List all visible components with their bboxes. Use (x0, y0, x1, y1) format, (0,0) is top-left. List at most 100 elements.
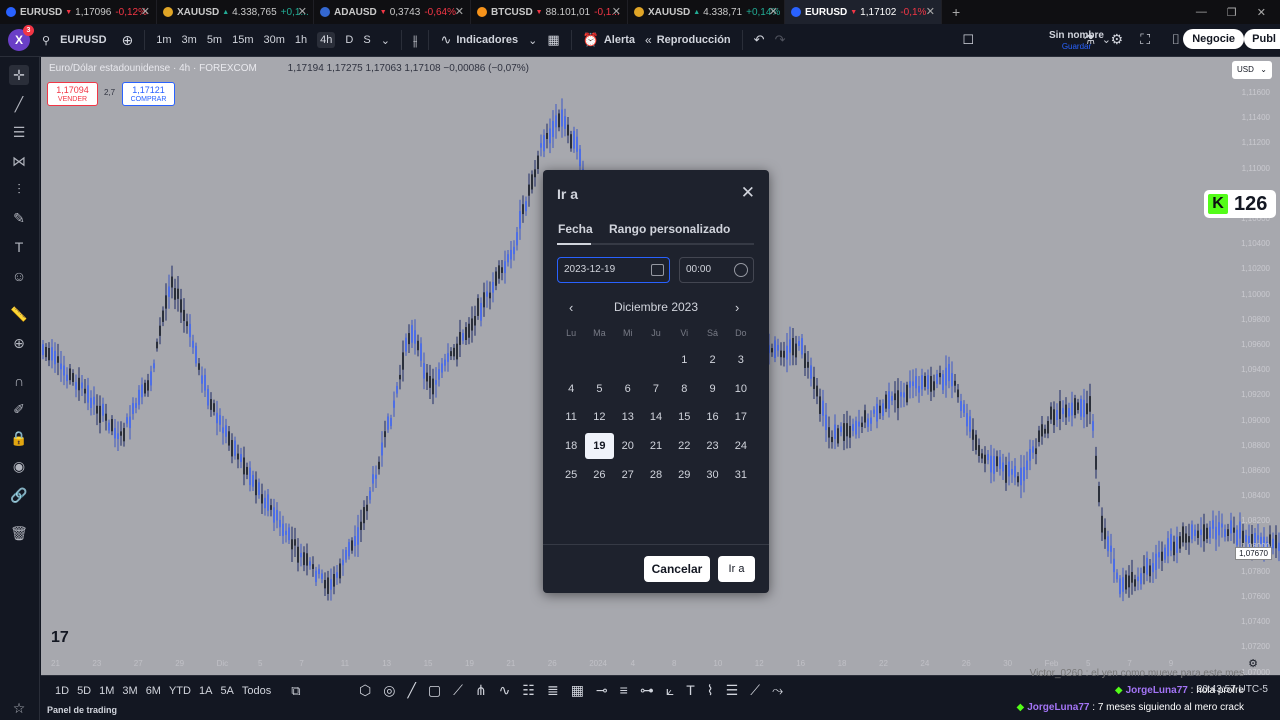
calendar-icon[interactable] (651, 264, 664, 276)
layout-save-link[interactable]: Guardar (1049, 41, 1104, 52)
calendar-day[interactable]: 2 (698, 347, 726, 373)
curve-icon[interactable]: ⤳ (772, 682, 783, 699)
gear-icon[interactable]: ⚙ (1110, 31, 1123, 48)
range-1D[interactable]: 1D (55, 685, 69, 697)
calendar-day[interactable]: 10 (727, 376, 755, 402)
indicators-button[interactable]: Indicadores (456, 34, 518, 46)
emoji-icon[interactable]: ☺ (9, 266, 29, 286)
calendar-day[interactable]: 31 (727, 462, 755, 488)
close-tab-icon[interactable]: ✕ (769, 5, 778, 18)
calendar-day[interactable]: 20 (614, 433, 642, 459)
path-icon[interactable]: ∿ (499, 682, 511, 699)
timeframe-4h[interactable]: 4h (317, 32, 336, 48)
ruler-icon[interactable]: 📏 (9, 304, 29, 324)
brush-icon[interactable]: ✎ (9, 208, 29, 228)
profile-avatar[interactable]: X3 (8, 25, 34, 51)
timeframe-D[interactable]: D (345, 34, 353, 46)
pitchfork-icon[interactable]: ⋔ (475, 682, 487, 699)
object-tree-icon[interactable]: ⚗ (1083, 32, 1095, 48)
browser-tab[interactable]: XAUUSD ▲ 4.338,765 +0,1... ✕ (157, 0, 314, 24)
clock-icon[interactable] (734, 263, 748, 277)
timeframe-1h[interactable]: 1h (295, 34, 307, 46)
browser-tab[interactable]: EURUSD ▼ 1,17096 -0,12% ✕ (0, 0, 157, 24)
range-1A[interactable]: 1A (199, 685, 212, 697)
calendar-day[interactable]: 11 (557, 404, 585, 430)
go-to-button[interactable]: Ir a (718, 556, 755, 582)
replay-button[interactable]: Reproducción (657, 34, 731, 46)
forecast-icon[interactable]: ⫶ (9, 179, 29, 199)
calendar-day[interactable]: 25 (557, 462, 585, 488)
calendar-day[interactable]: 29 (670, 462, 698, 488)
trend-angle-icon[interactable]: ⟀ (666, 682, 674, 699)
minimize-icon[interactable]: — (1196, 6, 1207, 18)
close-tab-icon[interactable]: ✕ (141, 5, 150, 18)
parallel-channel-icon[interactable]: ≡ (620, 682, 628, 699)
tab-custom-range[interactable]: Rango personalizado (609, 222, 730, 236)
camera-icon[interactable]: ⌷ (1172, 31, 1180, 48)
segment-icon[interactable]: ⟋ (750, 682, 760, 699)
indicators-icon[interactable]: ∿ (440, 32, 451, 48)
calendar-day[interactable]: 17 (727, 404, 755, 430)
link-icon[interactable]: 🔗 (9, 485, 29, 505)
calendar-day[interactable]: 19 (585, 433, 614, 460)
timeframe-1m[interactable]: 1m (156, 34, 171, 46)
calendar-day[interactable]: 30 (698, 462, 726, 488)
symbol-search[interactable]: EURUSD (60, 34, 106, 46)
calendar-day[interactable]: 3 (727, 347, 755, 373)
timeframe-5m[interactable]: 5m (207, 34, 222, 46)
cancel-button[interactable]: Cancelar (644, 556, 710, 582)
range-6M[interactable]: 6M (146, 685, 161, 697)
pattern-icon[interactable]: ⋈ (9, 151, 29, 171)
zoom-in-icon[interactable]: ⊕ (9, 333, 29, 353)
trend-line-icon[interactable]: ╱ (9, 94, 29, 114)
close-tab-icon[interactable]: ✕ (612, 5, 621, 18)
browser-tab[interactable]: EURUSD ▼ 1,17102 -0,1% ✕ (785, 0, 942, 24)
calendar-day[interactable]: 18 (557, 433, 585, 459)
calendar-day[interactable]: 24 (727, 433, 755, 459)
chart-type-icon[interactable]: ⫲ (413, 32, 418, 49)
chevron-left-icon[interactable]: ‹ (569, 300, 573, 315)
star-icon[interactable]: ☆ (9, 698, 29, 718)
settings-gear-icon[interactable]: ⚙ (1248, 657, 1258, 670)
pencil-lock-icon[interactable]: ✐ (9, 399, 29, 419)
calendar-day[interactable]: 9 (698, 376, 726, 402)
tradingview-logo[interactable]: 17 (51, 629, 69, 647)
calendar-day[interactable]: 27 (614, 462, 642, 488)
lock-icon[interactable]: 🔒 (9, 428, 29, 448)
date-field[interactable]: 2023-12-19 (557, 257, 670, 283)
fullscreen-icon[interactable]: ⛶ (1140, 31, 1150, 48)
calendar-day[interactable]: 7 (642, 376, 670, 402)
line-icon[interactable]: ╱ (407, 682, 415, 699)
horizontal-line-icon[interactable]: ⊸ (596, 682, 608, 699)
replay-icon[interactable]: « (645, 33, 652, 47)
calendar-day[interactable]: 4 (557, 376, 585, 402)
range-1M[interactable]: 1M (99, 685, 114, 697)
browser-tab[interactable]: ADAUSD ▼ 0,3743 -0,64% ✕ (314, 0, 471, 24)
eye-icon[interactable]: ◉ (9, 456, 29, 476)
close-window-icon[interactable]: ✕ (1257, 6, 1266, 19)
channel-icon[interactable]: ≣ (547, 682, 559, 699)
range-5A[interactable]: 5A (220, 685, 233, 697)
trading-panel-label[interactable]: Panel de trading (47, 705, 117, 715)
layout-name[interactable]: Sin nombre Guardar (1049, 30, 1104, 52)
browser-tab[interactable]: XAUUSD ▲ 4.338,71 +0,14% ✕ (628, 0, 785, 24)
sell-button[interactable]: 1,17094 VENDER (47, 82, 98, 106)
layout-icon[interactable]: ☐ (962, 32, 974, 48)
text-tool-icon[interactable]: T (686, 682, 695, 699)
close-icon[interactable]: ✕ (741, 184, 755, 201)
grid-icon[interactable]: ▦ (571, 682, 584, 699)
search-icon[interactable]: ⚲ (42, 34, 50, 47)
browser-tab[interactable]: BTCUSD ▼ 88.101,01 -0,1... ✕ (471, 0, 628, 24)
crosshair-icon[interactable]: ✛ (9, 65, 29, 85)
magnet-icon[interactable]: ∩ (9, 371, 29, 391)
trash-icon[interactable]: 🗑 (9, 523, 29, 543)
templates-icon[interactable]: ▦ (547, 32, 559, 48)
close-tab-icon[interactable]: ✕ (455, 5, 464, 18)
tab-date[interactable]: Fecha (558, 222, 593, 236)
calendar-range-icon[interactable]: ⧉ (291, 683, 300, 699)
circle-icon[interactable]: ◎ (383, 682, 395, 699)
chevron-down-icon[interactable]: ⌄ (528, 34, 537, 47)
timeframe-3m[interactable]: 3m (182, 34, 197, 46)
alert-button[interactable]: Alerta (604, 34, 635, 46)
maximize-icon[interactable]: ❐ (1227, 6, 1237, 19)
